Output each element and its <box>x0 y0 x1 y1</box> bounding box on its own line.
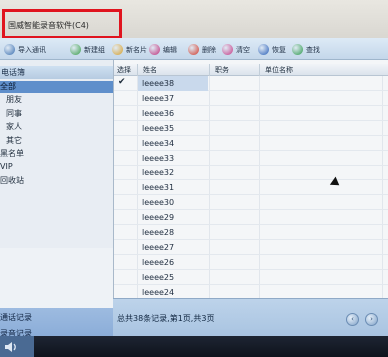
toolbar: 导入通讯 新建组 新名片 编辑 删除 清空 恢复 查找 <box>0 38 388 60</box>
table-row[interactable]: leeee26 <box>114 255 388 270</box>
sidebar-item[interactable]: 回收站 <box>0 175 113 187</box>
toolbar-button-0[interactable]: 导入通讯 <box>4 43 46 56</box>
sidebar-item[interactable]: 黑名单 <box>0 148 113 160</box>
column-divider <box>259 64 260 76</box>
toolbar-button-label: 导入通讯 <box>18 45 46 54</box>
contact-name-cell: leeee33 <box>142 153 175 163</box>
search-icon <box>292 44 303 55</box>
contact-name-cell: leeee37 <box>142 93 175 103</box>
toolbar-button-label: 恢复 <box>272 45 286 54</box>
column-divider <box>209 64 210 76</box>
pager-bar: 总共38条记录,第1页,共3页 ‹ › <box>113 298 388 336</box>
contact-name-cell: leeee29 <box>142 213 175 223</box>
contact-name-cell: leeee26 <box>142 257 175 267</box>
contact-name-cell: leeee28 <box>142 228 175 237</box>
table-row[interactable]: leeee33 <box>114 151 388 166</box>
clear-icon <box>222 44 233 55</box>
nav-blank-area <box>0 248 113 308</box>
contact-name-cell: leeee27 <box>142 242 175 252</box>
toolbar-button-label: 编辑 <box>163 45 177 54</box>
table-row[interactable]: leeee34 <box>114 136 388 151</box>
column-header-select[interactable]: 选择 <box>117 65 131 75</box>
restore-icon <box>258 44 269 55</box>
column-header-title[interactable]: 职务 <box>215 65 229 75</box>
column-divider <box>137 64 138 76</box>
toolbar-button-5[interactable]: 清空 <box>222 43 250 56</box>
contact-name-cell: leeee32 <box>142 168 175 178</box>
toolbar-button-3[interactable]: 编辑 <box>149 43 177 56</box>
grid-body: ✔ leeee38 leeee37 leeee36 leeee35 leeee34 leee… <box>114 76 388 300</box>
check-icon[interactable]: ✔ <box>118 77 126 87</box>
table-row[interactable]: leeee32 <box>114 165 388 181</box>
toolbar-button-label: 新建组 <box>84 45 105 54</box>
contact-name-cell: leeee38 <box>138 76 208 91</box>
toolbar-button-2[interactable]: 新名片 <box>112 43 147 56</box>
contact-name-cell: leeee36 <box>142 108 175 118</box>
toolbar-button-4[interactable]: 删除 <box>188 43 216 56</box>
sidebar-item[interactable]: 全部 <box>0 81 113 93</box>
column-header-company[interactable]: 单位名称 <box>265 65 293 75</box>
previous-page-button[interactable]: ‹ <box>346 313 359 326</box>
table-row[interactable]: leeee35 <box>114 121 388 136</box>
new-card-icon <box>112 44 123 55</box>
phonebook-header[interactable]: 电话簿 <box>0 66 113 79</box>
contact-grid: 选择 姓名 职务 单位名称 ✔ leeee38 leeee37 leeee36 leee… <box>113 60 388 300</box>
table-row[interactable]: leeee37 <box>114 91 388 106</box>
table-row[interactable]: leeee27 <box>114 240 388 255</box>
toolbar-button-6[interactable]: 恢复 <box>258 43 286 56</box>
contact-name-cell: leeee35 <box>142 123 175 133</box>
contact-name-cell: leeee31 <box>142 183 175 193</box>
sidebar: 电话簿 全部朋友同事家人其它黑名单VIP回收站 通话记录录音记录系统设置 <box>0 60 113 357</box>
sidebar-item[interactable]: VIP <box>0 161 113 173</box>
table-row[interactable]: leeee29 <box>114 210 388 226</box>
contact-name-cell: leeee34 <box>142 138 175 148</box>
sidebar-item[interactable]: 家人 <box>0 121 113 133</box>
contact-name-cell: leeee30 <box>142 198 175 208</box>
title-highlight-box <box>2 9 122 39</box>
grid-header: 选择 姓名 职务 单位名称 <box>114 64 388 76</box>
toolbar-button-7[interactable]: 查找 <box>292 43 320 56</box>
toolbar-button-label: 清空 <box>236 45 250 54</box>
speaker-icon[interactable] <box>4 340 18 354</box>
table-row[interactable]: leeee25 <box>114 270 388 285</box>
table-row[interactable]: leeee28 <box>114 225 388 240</box>
new-group-icon <box>70 44 81 55</box>
toolbar-button-label: 删除 <box>202 45 216 54</box>
bottom-strip <box>0 336 388 357</box>
next-page-button[interactable]: › <box>365 313 378 326</box>
column-header-name[interactable]: 姓名 <box>143 65 157 75</box>
table-row[interactable]: leeee30 <box>114 195 388 211</box>
sidebar-item[interactable]: 同事 <box>0 108 113 120</box>
title-bar: 国威智能录音软件(C4) <box>0 0 388 39</box>
toolbar-button-label: 新名片 <box>126 45 147 54</box>
delete-icon <box>188 44 199 55</box>
toolbar-button-label: 查找 <box>306 45 320 54</box>
table-row[interactable]: leeee31 <box>114 180 388 196</box>
pager-summary: 总共38条记录,第1页,共3页 <box>117 314 215 323</box>
table-row[interactable]: ✔ leeee38 <box>114 76 388 91</box>
app-window: 国威智能录音软件(C4) 导入通讯 新建组 新名片 编辑 删除 清空 恢复 查找 电话簿 全部… <box>0 0 388 357</box>
import-icon <box>4 44 15 55</box>
table-row[interactable]: leeee36 <box>114 106 388 121</box>
sidebar-item[interactable]: 朋友 <box>0 94 113 106</box>
edit-icon <box>149 44 160 55</box>
toolbar-button-1[interactable]: 新建组 <box>70 43 105 56</box>
sidebar-item[interactable]: 其它 <box>0 135 113 147</box>
sidebar-bottom-item[interactable]: 通话记录 <box>0 312 113 324</box>
contact-name-cell: leeee25 <box>142 272 175 282</box>
